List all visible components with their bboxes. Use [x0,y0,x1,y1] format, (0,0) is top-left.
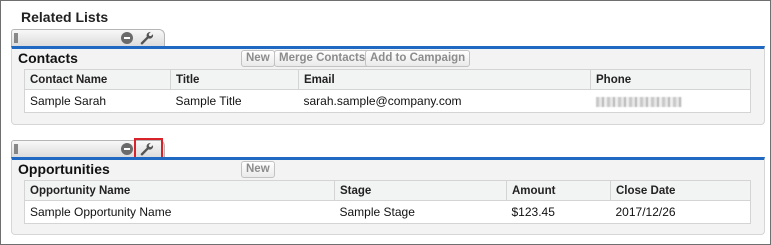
opportunities-component-toolbar [11,138,165,160]
table-row: Sample Opportunity Name Sample Stage $12… [24,200,751,224]
contacts-related-list: Contacts New Merge Contacts Add to Campa… [11,46,765,125]
table-header-row: Contact Name Title Email Phone [24,69,751,90]
opportunities-table: Opportunity Name Stage Amount Close Date… [24,180,751,224]
opportunities-title: Opportunities [18,161,110,177]
grip-icon[interactable] [14,144,18,154]
new-opportunity-button[interactable]: New [241,161,275,178]
grip-icon[interactable] [14,33,18,43]
column-header-stage[interactable]: Stage [334,180,507,201]
redacted-phone [595,96,682,107]
related-lists-panel: Related Lists Contacts New Merge Contact… [0,0,771,245]
page-title: Related Lists [21,9,109,25]
collapse-icon[interactable] [121,143,133,155]
table-row: Sample Sarah Sample Title sarah.sample@c… [24,89,751,113]
opportunity-close-date-cell: 2017/12/26 [610,200,751,224]
collapse-icon[interactable] [121,32,133,44]
opportunity-name-cell[interactable]: Sample Opportunity Name [24,200,335,224]
opportunity-stage-cell: Sample Stage [334,200,507,224]
column-header-contact-name[interactable]: Contact Name [24,69,171,90]
contact-name-cell[interactable]: Sample Sarah [24,89,171,113]
column-header-phone[interactable]: Phone [590,69,751,90]
opportunity-amount-cell: $123.45 [506,200,611,224]
opportunities-related-list: Opportunities New Opportunity Name Stage… [11,157,765,235]
column-header-opportunity-name[interactable]: Opportunity Name [24,180,335,201]
column-header-email[interactable]: Email [298,69,591,90]
contact-email-cell[interactable]: sarah.sample@company.com [298,89,591,113]
column-header-close-date[interactable]: Close Date [610,180,751,201]
table-header-row: Opportunity Name Stage Amount Close Date [24,180,751,201]
contacts-component-toolbar [11,29,165,46]
column-header-title[interactable]: Title [170,69,299,90]
new-contact-button[interactable]: New [241,50,275,67]
wrench-icon[interactable] [139,31,154,46]
merge-contacts-button[interactable]: Merge Contacts [274,50,371,67]
contacts-title: Contacts [18,50,78,66]
add-to-campaign-button[interactable]: Add to Campaign [365,50,471,67]
contact-phone-cell [590,89,751,113]
contacts-table: Contact Name Title Email Phone Sample Sa… [24,69,751,113]
column-header-amount[interactable]: Amount [506,180,611,201]
contact-title-cell: Sample Title [170,89,299,113]
